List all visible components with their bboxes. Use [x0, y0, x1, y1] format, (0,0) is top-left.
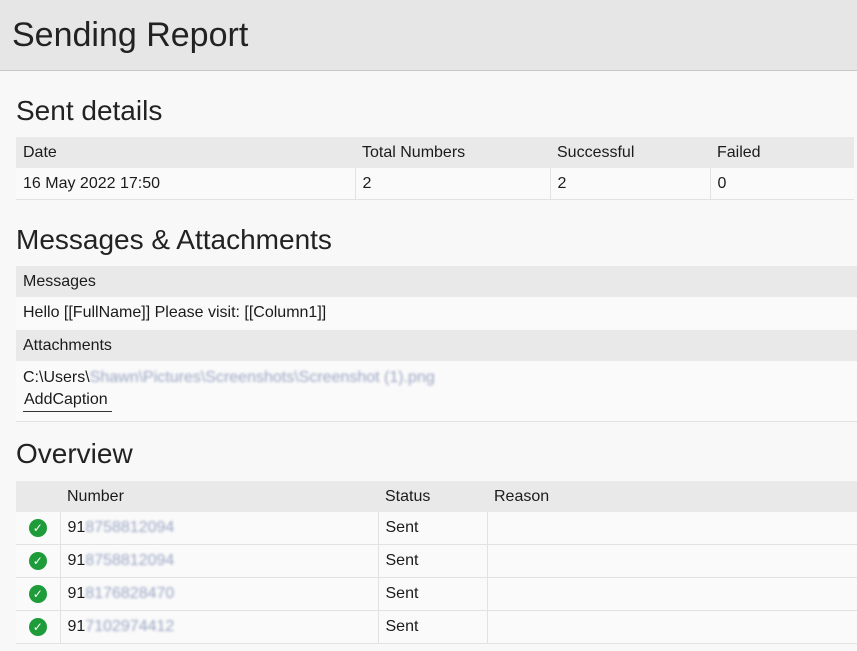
failed-cell: 0	[709, 168, 854, 200]
column-header-reason: Reason	[494, 487, 550, 505]
messages-section: Messages Hello [[FullName]] Please visit…	[16, 266, 857, 329]
number-cell: 917102974412	[59, 610, 378, 644]
column-header-number: Number	[67, 487, 124, 505]
status-cell: Sent	[377, 610, 487, 644]
reason-cell	[486, 610, 857, 644]
status-cell: Sent	[377, 544, 487, 578]
status-icon-cell: ✓	[16, 610, 60, 644]
attachment-path-prefix: C:\Users\	[23, 369, 90, 386]
number-prefix: 91	[67, 585, 86, 602]
date-cell: 16 May 2022 17:50	[16, 168, 355, 200]
number-cell: 918176828470	[59, 577, 378, 611]
number-redacted: 8758812094	[85, 519, 175, 536]
total-numbers-cell: 2	[354, 168, 550, 200]
successful-cell: 2	[549, 168, 710, 200]
table-row: ✓ 918758812094 Sent	[16, 512, 857, 545]
table-row: ✓ 917102974412 Sent	[16, 610, 857, 644]
table-header-row: Number Status Reason	[16, 481, 857, 512]
check-circle-icon: ✓	[28, 585, 47, 603]
number-prefix: 91	[67, 618, 86, 635]
column-header-date: Date	[23, 143, 57, 161]
number-redacted: 8758812094	[85, 552, 175, 569]
page-header: Sending Report	[0, 0, 857, 71]
table-row: ✓ 918758812094 Sent	[16, 544, 857, 578]
check-circle-icon: ✓	[28, 519, 47, 537]
sent-details-title: Sent details	[16, 95, 163, 126]
status-icon-cell: ✓	[16, 577, 60, 611]
reason-cell	[486, 512, 857, 545]
attachment-body: C:\Users\Shawn\Pictures\Screenshots\Scre…	[16, 361, 857, 422]
column-header-status: Status	[385, 487, 431, 505]
column-header-status-icon	[16, 481, 60, 512]
status-cell: Sent	[377, 577, 487, 611]
status-icon-cell: ✓	[16, 544, 60, 578]
overview-table: Number Status Reason ✓ 918758812094 Sent…	[16, 481, 857, 644]
messages-label: Messages	[16, 266, 857, 297]
column-header-total-numbers: Total Numbers	[362, 143, 466, 161]
number-prefix: 91	[67, 552, 86, 569]
page-title: Sending Report	[12, 16, 249, 54]
number-cell: 918758812094	[59, 512, 378, 545]
check-circle-icon: ✓	[28, 618, 47, 636]
reason-cell	[486, 544, 857, 578]
number-prefix: 91	[67, 519, 86, 536]
column-header-successful: Successful	[557, 143, 635, 161]
number-redacted: 8176828470	[85, 585, 175, 602]
attachment-path-redacted: Shawn\Pictures\Screenshots\Screenshot (1…	[89, 369, 435, 386]
table-header-row: Date Total Numbers Successful Failed	[16, 137, 854, 168]
table-row: 16 May 2022 17:50 2 2 0	[16, 168, 854, 200]
check-circle-icon: ✓	[28, 552, 47, 570]
messages-attachments-title: Messages & Attachments	[16, 224, 332, 255]
status-icon-cell: ✓	[16, 512, 60, 545]
attachments-label: Attachments	[16, 330, 857, 361]
number-cell: 918758812094	[59, 544, 378, 578]
number-redacted: 7102974412	[85, 618, 175, 635]
attachment-path: C:\Users\Shawn\Pictures\Screenshots\Scre…	[23, 367, 857, 389]
table-row: ✓ 918176828470 Sent	[16, 577, 857, 611]
overview-title: Overview	[16, 438, 133, 469]
add-caption-link[interactable]: AddCaption	[23, 389, 112, 412]
attachments-section: Attachments C:\Users\Shawn\Pictures\Scre…	[16, 330, 857, 422]
message-text: Hello [[FullName]] Please visit: [[Colum…	[16, 297, 857, 329]
sent-details-table: Date Total Numbers Successful Failed 16 …	[16, 137, 854, 200]
column-header-failed: Failed	[717, 143, 761, 161]
status-cell: Sent	[377, 512, 487, 545]
reason-cell	[486, 577, 857, 611]
